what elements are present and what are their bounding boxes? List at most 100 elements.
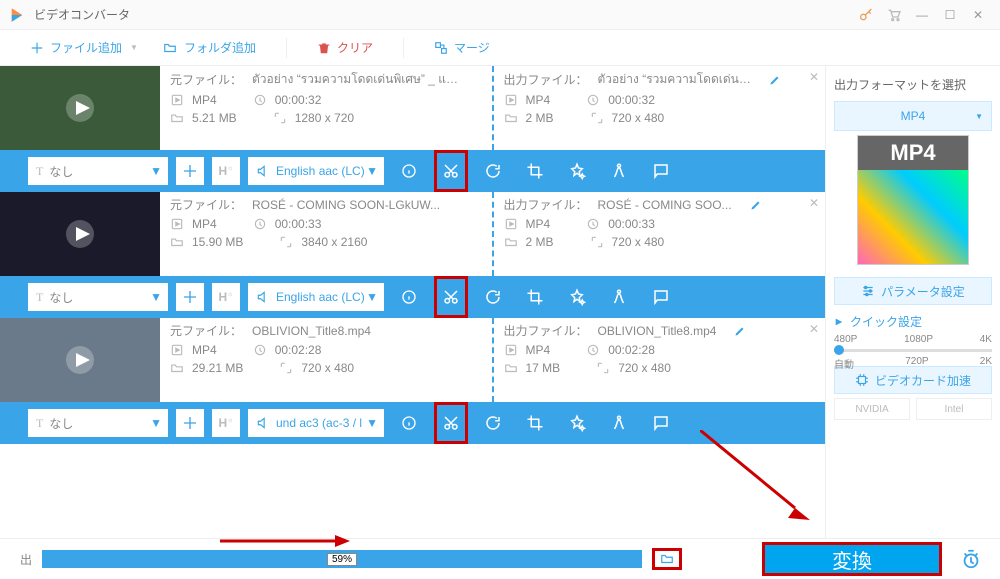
minimize-button[interactable]: — <box>908 1 936 29</box>
watermark-button[interactable] <box>602 276 636 318</box>
add-folder-label: フォルダ追加 <box>184 39 256 56</box>
output-label: 出力ファイル： <box>504 196 588 213</box>
trim-button[interactable] <box>434 276 468 318</box>
watermark-button[interactable] <box>602 150 636 192</box>
source-duration: 00:00:33 <box>275 217 322 231</box>
key-icon[interactable] <box>852 1 880 29</box>
resolution-icon <box>590 235 606 249</box>
output-filename: ตัวอย่าง “รวมความโดดเด่น… <box>598 70 751 89</box>
effects-button[interactable] <box>560 402 594 444</box>
cart-icon[interactable] <box>880 1 908 29</box>
info-button[interactable] <box>392 276 426 318</box>
rename-button[interactable] <box>769 74 781 86</box>
add-subtitle-button[interactable] <box>176 409 204 437</box>
source-duration: 00:02:28 <box>275 343 322 357</box>
maximize-button[interactable]: ☐ <box>936 1 964 29</box>
clock-icon <box>253 343 269 357</box>
add-subtitle-button[interactable] <box>176 283 204 311</box>
source-resolution: 1280 x 720 <box>295 111 354 125</box>
resolution-icon <box>590 111 606 125</box>
add-subtitle-button[interactable] <box>176 157 204 185</box>
chevron-down-icon: ▼ <box>150 164 162 178</box>
rotate-button[interactable] <box>476 276 510 318</box>
subtitle-edit-button[interactable] <box>644 276 678 318</box>
output-folder-button[interactable] <box>652 548 682 570</box>
subtitle-select[interactable]: Tなし▼ <box>28 283 168 311</box>
audio-track-select[interactable]: English aac (LC)▼ <box>248 157 384 185</box>
output-format-select[interactable]: MP4 ▼ <box>834 101 992 131</box>
subtitle-select[interactable]: Tなし▼ <box>28 157 168 185</box>
quality-slider[interactable]: 480P 1080P 4K 自動 720P 2K <box>834 334 992 362</box>
source-resolution: 3840 x 2160 <box>301 235 367 249</box>
clear-button[interactable]: クリア <box>307 35 383 60</box>
format-icon <box>504 343 520 357</box>
parameter-settings-button[interactable]: パラメータ設定 <box>834 277 992 305</box>
trim-button[interactable] <box>434 402 468 444</box>
format-preview-image[interactable]: MP4 <box>857 135 969 265</box>
video-thumbnail[interactable] <box>0 66 160 150</box>
crop-button[interactable] <box>518 150 552 192</box>
source-size: 29.21 MB <box>192 361 243 375</box>
clock-icon <box>586 93 602 107</box>
audio-value: und ac3 (ac-3 / l <box>276 416 362 430</box>
intel-badge: Intel <box>916 398 992 420</box>
resolution-icon <box>279 235 295 249</box>
source-filename: ROSÉ - COMING SOON-LGkUW... <box>252 198 440 212</box>
schedule-icon[interactable] <box>960 548 982 570</box>
video-thumbnail[interactable] <box>0 192 160 276</box>
trim-button[interactable] <box>434 150 468 192</box>
hardcode-subtitle-button[interactable]: H☼ <box>212 283 240 311</box>
rotate-button[interactable] <box>476 402 510 444</box>
crop-button[interactable] <box>518 276 552 318</box>
clock-icon <box>586 217 602 231</box>
output-duration: 00:00:32 <box>608 93 655 107</box>
merge-button[interactable]: マージ <box>424 35 500 60</box>
file-action-row: Tなし▼ H☼ English aac (LC)▼ <box>0 150 825 192</box>
audio-track-select[interactable]: und ac3 (ac-3 / l▼ <box>248 409 384 437</box>
rename-button[interactable] <box>734 325 746 337</box>
info-button[interactable] <box>392 402 426 444</box>
output-resolution: 720 x 480 <box>612 235 665 249</box>
effects-button[interactable] <box>560 276 594 318</box>
remove-file-button[interactable]: ✕ <box>809 196 819 210</box>
source-format: MP4 <box>192 93 217 107</box>
close-button[interactable]: ✕ <box>964 1 992 29</box>
folder-icon <box>504 111 520 125</box>
app-title: ビデオコンバータ <box>34 6 130 23</box>
convert-button[interactable]: 変換 <box>762 542 942 576</box>
folder-icon <box>170 361 186 375</box>
source-label: 元ファイル： <box>170 71 242 88</box>
audio-track-select[interactable]: English aac (LC)▼ <box>248 283 384 311</box>
output-resolution: 720 x 480 <box>618 361 671 375</box>
output-duration: 00:02:28 <box>608 343 655 357</box>
subtitle-select[interactable]: Tなし▼ <box>28 409 168 437</box>
effects-button[interactable] <box>560 150 594 192</box>
quick-settings-header: クイック設定 <box>834 313 992 330</box>
rotate-button[interactable] <box>476 150 510 192</box>
add-file-label: ファイル追加 <box>50 39 122 56</box>
subtitle-edit-button[interactable] <box>644 150 678 192</box>
source-format: MP4 <box>192 217 217 231</box>
hardcode-subtitle-button[interactable]: H☼ <box>212 409 240 437</box>
nvidia-badge: NVIDIA <box>834 398 910 420</box>
file-row: 元ファイル：ตัวอย่าง “รวมความโดดเด่นพิเศษ” _ แ… <box>0 66 825 150</box>
hardcode-subtitle-button[interactable]: H☼ <box>212 157 240 185</box>
remove-file-button[interactable]: ✕ <box>809 322 819 336</box>
remove-file-button[interactable]: ✕ <box>809 70 819 84</box>
sidebar: 出力フォーマットを選択 MP4 ▼ MP4 パラメータ設定 クイック設定 480… <box>825 66 1000 538</box>
crop-button[interactable] <box>518 402 552 444</box>
add-folder-button[interactable]: フォルダ追加 <box>152 35 266 60</box>
info-button[interactable] <box>392 150 426 192</box>
add-file-button[interactable]: ファイル追加 ▼ <box>20 35 148 60</box>
subtitle-edit-button[interactable] <box>644 402 678 444</box>
rename-button[interactable] <box>750 199 762 211</box>
chevron-down-icon: ▼ <box>130 43 138 52</box>
format-icon <box>504 217 520 231</box>
titlebar: ビデオコンバータ — ☐ ✕ <box>0 0 1000 30</box>
parameter-settings-label: パラメータ設定 <box>881 283 965 300</box>
hardware-accel-label: ビデオカード加速 <box>875 372 971 389</box>
slider-knob[interactable] <box>834 345 844 355</box>
watermark-button[interactable] <box>602 402 636 444</box>
merge-label: マージ <box>454 39 490 56</box>
video-thumbnail[interactable] <box>0 318 160 402</box>
